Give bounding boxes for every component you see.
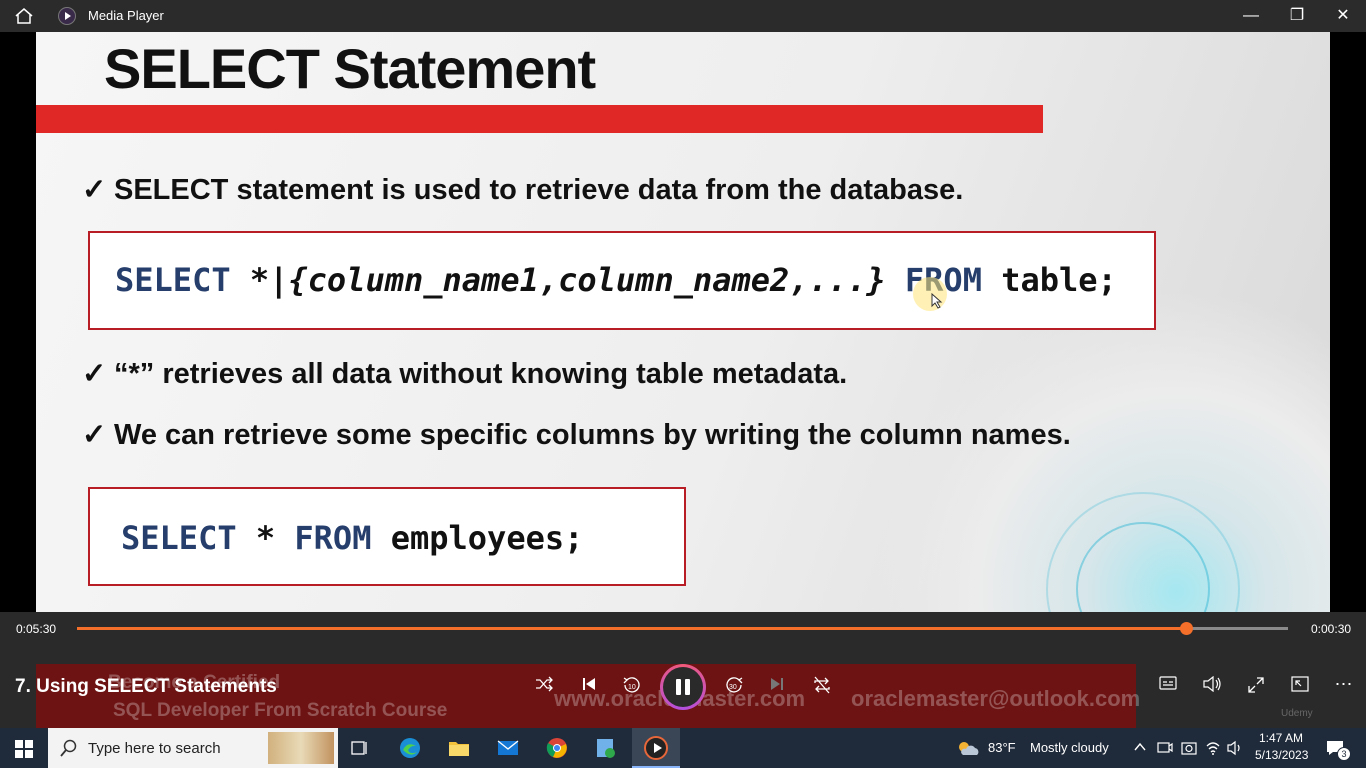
weather-icon[interactable] (955, 739, 979, 757)
code-keyword-select: SELECT (115, 261, 231, 299)
speaker-icon[interactable] (1227, 740, 1243, 759)
fullscreen-icon[interactable] (1245, 676, 1267, 699)
syntax-code: SELECT *|{column_name1,column_name2,...}… (115, 261, 1117, 299)
media-player-icon (644, 736, 668, 760)
code-keyword-select: SELECT (121, 519, 237, 557)
previous-icon[interactable] (578, 676, 600, 697)
check-icon: ✓ (82, 419, 107, 451)
minimize-button[interactable]: — (1228, 0, 1274, 32)
camera-icon[interactable] (1181, 740, 1197, 759)
edge-browser-icon[interactable] (398, 736, 422, 760)
bullet-1-text: SELECT statement is used to retrieve dat… (114, 174, 964, 206)
example-code: SELECT * FROM employees; (121, 519, 583, 557)
restore-button[interactable]: ❐ (1274, 0, 1320, 32)
weather-text[interactable]: Mostly cloudy (1030, 740, 1109, 755)
code-keyword-from: FROM (294, 519, 372, 557)
media-player-app-icon (58, 7, 76, 25)
more-options-icon[interactable]: ⋯ (1333, 674, 1355, 695)
clock[interactable]: 1:47 AM 5/13/2023 (1255, 731, 1309, 762)
check-icon: ✓ (82, 174, 107, 206)
skip-forward-30-icon[interactable]: 30 (723, 676, 745, 699)
file-explorer-icon[interactable] (447, 736, 471, 760)
clock-date: 5/13/2023 (1255, 748, 1309, 762)
overlay-email: oraclemaster@outlook.com (851, 686, 1141, 711)
code-table: table; (1001, 261, 1117, 299)
search-placeholder: Type here to search (88, 740, 221, 757)
mini-player-icon[interactable] (1289, 676, 1311, 697)
code-star: * (255, 519, 276, 557)
bullet-3-text: We can retrieve some specific columns by… (114, 419, 1071, 451)
repeat-off-icon[interactable] (811, 676, 833, 699)
video-title: 7. Using SELECT Statements (15, 676, 277, 697)
udemy-watermark: Udemy (1281, 708, 1313, 719)
window-title: Media Player (88, 8, 164, 23)
video-frame[interactable]: SELECT Statement ✓ SELECT statement is us… (36, 32, 1330, 612)
search-icon (60, 739, 77, 757)
seek-bar-thumb[interactable] (1180, 622, 1194, 635)
code-table: employees; (390, 519, 584, 557)
shuffle-icon[interactable] (533, 676, 555, 697)
next-icon[interactable] (766, 676, 788, 697)
chrome-icon[interactable] (545, 736, 569, 760)
svg-text:30: 30 (729, 684, 737, 691)
check-icon: ✓ (82, 358, 107, 390)
pause-icon (663, 667, 703, 707)
seek-bar[interactable] (77, 622, 1288, 635)
example-code-box: SELECT * FROM employees; (88, 487, 686, 586)
syntax-code-box: SELECT *|{column_name1,column_name2,...}… (88, 231, 1156, 330)
notification-badge: 3 (1337, 747, 1351, 761)
start-icon[interactable] (15, 740, 33, 758)
remaining-time: 0:00:30 (1311, 622, 1352, 636)
bullet-1: ✓ SELECT statement is used to retrieve da… (82, 172, 963, 207)
decorative-circle (1046, 492, 1240, 612)
media-player-taskbar-button[interactable] (632, 728, 680, 768)
captions-icon[interactable] (1157, 676, 1179, 695)
pause-button[interactable] (660, 664, 706, 710)
bullet-2: ✓ “*” retrieves all data without knowing … (82, 356, 847, 391)
volume-icon[interactable] (1201, 675, 1223, 697)
media-app-icon[interactable] (594, 736, 618, 760)
taskbar-search[interactable]: Type here to search (48, 728, 338, 768)
svg-text:10: 10 (628, 684, 636, 691)
notification-center-icon[interactable]: 3 (1325, 739, 1351, 761)
player-controls: Become a Certified SQL Developer From Sc… (0, 612, 1366, 728)
windows-taskbar: Type here to search 83°F Mostly cloudy 1… (0, 728, 1366, 768)
close-button[interactable]: ✕ (1320, 0, 1366, 32)
title-bar: Media Player — ❐ ✕ (0, 0, 1366, 32)
seek-bar-progress (77, 627, 1187, 630)
title-underline-bar (36, 105, 1043, 133)
code-star-pipe: *| (249, 261, 289, 299)
code-columns: {column_name1,column_name2,...} (288, 261, 886, 299)
search-highlight-image (268, 732, 334, 764)
home-icon[interactable] (14, 7, 34, 25)
meet-now-icon[interactable] (1157, 740, 1173, 759)
elapsed-time: 0:05:30 (16, 622, 57, 636)
overlay-line2: SQL Developer From Scratch Course (113, 700, 448, 721)
task-view-icon[interactable] (348, 736, 372, 760)
bullet-2-text: “*” retrieves all data without knowing t… (114, 358, 848, 390)
wifi-icon[interactable] (1205, 740, 1221, 759)
skip-back-10-icon[interactable]: 10 (621, 676, 643, 699)
chevron-up-icon[interactable] (1133, 740, 1147, 757)
slide-title: SELECT Statement (104, 37, 596, 100)
bullet-3: ✓ We can retrieve some specific columns b… (82, 417, 1071, 452)
weather-temp[interactable]: 83°F (988, 740, 1016, 755)
mouse-cursor-icon (913, 277, 947, 311)
mail-icon[interactable] (496, 736, 520, 760)
clock-time: 1:47 AM (1258, 731, 1304, 745)
